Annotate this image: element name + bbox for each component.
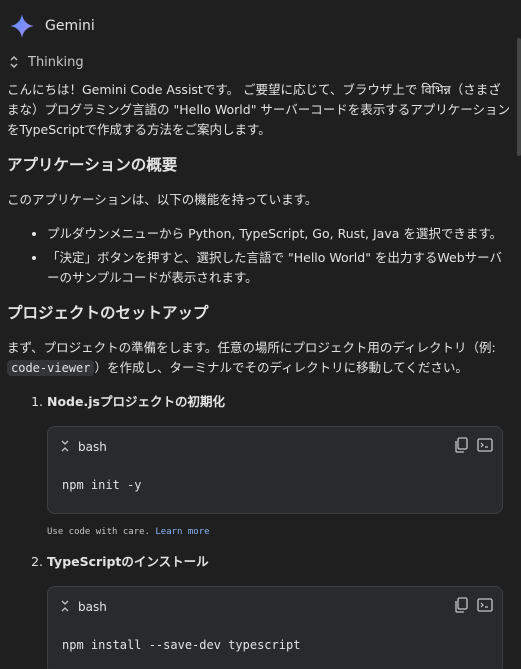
thinking-toggle[interactable]: Thinking xyxy=(8,53,84,71)
code-content: npm init -y xyxy=(62,478,142,492)
copy-icon[interactable] xyxy=(454,597,468,613)
code-language: bash xyxy=(78,600,107,614)
step-title: Node.jsプロジェクトの初期化 xyxy=(47,394,225,409)
code-block: bash npm install --save-dev typescript xyxy=(47,586,503,669)
inline-code: code-viewer xyxy=(7,360,95,376)
code-block-header: bash xyxy=(48,427,502,465)
steps-list: Node.jsプロジェクトの初期化 bash npm xyxy=(7,392,512,669)
setup-lead-text-end: ）を作成し、ターミナルでそのディレクトリに移動してください。 xyxy=(94,360,468,375)
learn-more-link[interactable]: Learn more xyxy=(155,527,209,537)
copy-icon[interactable] xyxy=(454,437,468,453)
scrollbar[interactable] xyxy=(517,38,521,156)
terminal-icon[interactable] xyxy=(477,598,493,612)
list-item: プルダウンメニューから Python, TypeScript, Go, Rust… xyxy=(47,224,512,244)
collapse-icon[interactable] xyxy=(60,599,70,613)
section-heading-setup: プロジェクトのセットアップ xyxy=(7,304,209,322)
expand-chevron-icon xyxy=(10,56,18,68)
setup-lead: まず、プロジェクトの準備をします。任意の場所にプロジェクト用のディレクトリ（例:… xyxy=(7,338,512,378)
setup-lead-text: まず、プロジェクトの準備をします。任意の場所にプロジェクト用のディレクトリ（例: xyxy=(7,340,496,355)
gemini-star-icon xyxy=(10,14,34,38)
collapse-icon[interactable] xyxy=(60,439,70,453)
code-content: npm install --save-dev typescript xyxy=(62,638,301,652)
step-title: TypeScriptのインストール xyxy=(47,554,209,569)
response-body: こんにちは！Gemini Code Assistです。 ご要望に応じて、ブラウザ… xyxy=(7,80,512,669)
chat-header: Gemini xyxy=(0,0,521,50)
feature-list: プルダウンメニューから Python, TypeScript, Go, Rust… xyxy=(7,224,512,288)
step-item: Node.jsプロジェクトの初期化 bash npm xyxy=(47,392,512,542)
code-language: bash xyxy=(78,440,107,454)
thinking-label: Thinking xyxy=(28,54,84,70)
terminal-icon[interactable] xyxy=(477,438,493,452)
step-item: TypeScriptのインストール bash npm xyxy=(47,552,512,669)
section-heading-overview: アプリケーションの概要 xyxy=(7,156,178,174)
code-care-note: Use code with care. Learn more xyxy=(47,522,512,542)
care-text: Use code with care. xyxy=(47,527,156,537)
header-title: Gemini xyxy=(45,18,95,34)
code-block: bash npm init -y xyxy=(47,426,503,514)
code-block-header: bash xyxy=(48,587,502,625)
list-item: 「決定」ボタンを押すと、選択した言語で "Hello World" を出力するW… xyxy=(47,248,512,288)
intro-paragraph: こんにちは！Gemini Code Assistです。 ご要望に応じて、ブラウザ… xyxy=(7,82,511,137)
overview-lead: このアプリケーションは、以下の機能を持っています。 xyxy=(7,192,318,207)
